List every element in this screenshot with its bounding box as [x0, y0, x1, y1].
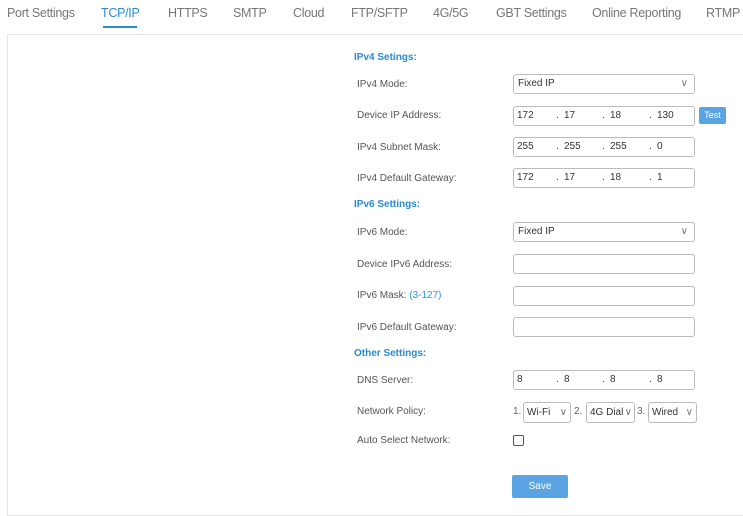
ipv4-mode-value: Fixed IP [518, 78, 555, 89]
ip-octet[interactable]: 8 [610, 374, 616, 385]
ip-octet[interactable]: 8 [657, 374, 663, 385]
device-ip-label: Device IP Address: [357, 110, 442, 121]
policy-number: 3. [637, 406, 646, 417]
ipv6-mode-label: IPv6 Mode: [357, 227, 408, 238]
dns-label: DNS Server: [357, 375, 414, 386]
ip-octet[interactable]: 17 [564, 172, 575, 183]
dot: . [602, 172, 605, 183]
ipv6-mode-value: Fixed IP [518, 226, 555, 237]
tab-port-settings[interactable]: Port Settings [7, 6, 75, 20]
ip-octet[interactable]: 8 [517, 374, 523, 385]
policy-number: 2. [574, 406, 583, 417]
subnet-mask-label: IPv4 Subnet Mask: [357, 142, 441, 153]
tab-https[interactable]: HTTPS [168, 6, 208, 20]
other-heading: Other Settings: [354, 348, 427, 359]
tab-cloud[interactable]: Cloud [293, 6, 324, 20]
dot: . [556, 172, 559, 183]
policy-select-2[interactable]: 4G Dial ∨ [586, 402, 635, 423]
policy-value: 4G Dial [590, 407, 624, 418]
network-policy-label: Network Policy: [357, 406, 426, 417]
ip-octet[interactable]: 255 [610, 141, 627, 152]
tab-tcp-ip[interactable]: TCP/IP [101, 6, 140, 28]
ipv6-mask-input[interactable] [513, 286, 695, 306]
chevron-down-icon: ∨ [624, 407, 632, 418]
ip-octet[interactable]: 0 [657, 141, 663, 152]
tab-rtmp[interactable]: RTMP [706, 6, 740, 20]
ip-octet[interactable]: 172 [517, 110, 534, 121]
dns-input[interactable]: 8. 8. 8. 8 [513, 370, 695, 390]
dot: . [649, 141, 652, 152]
tab-smtp[interactable]: SMTP [233, 6, 267, 20]
ipv6-mode-select[interactable]: Fixed IP ∨ [513, 222, 695, 242]
ipv4-heading: IPv4 Setings: [354, 52, 417, 63]
ipv6-gateway-label: IPv6 Default Gateway: [357, 322, 457, 333]
tab-ftp-sftp[interactable]: FTP/SFTP [351, 6, 408, 20]
test-button[interactable]: Test [699, 107, 726, 124]
ipv4-mode-label: IPv4 Mode: [357, 79, 408, 90]
ip-octet[interactable]: 17 [564, 110, 575, 121]
ipv6-mask-hint: (3-127) [409, 290, 442, 301]
ipv4-mode-select[interactable]: Fixed IP ∨ [513, 74, 695, 94]
ip-octet[interactable]: 255 [564, 141, 581, 152]
ipv6-heading: IPv6 Settings: [354, 199, 421, 210]
ip-octet[interactable]: 18 [610, 110, 621, 121]
ipv6-address-input[interactable] [513, 254, 695, 274]
chevron-down-icon: ∨ [680, 226, 688, 237]
chevron-down-icon: ∨ [559, 407, 567, 418]
ip-octet[interactable]: 255 [517, 141, 534, 152]
dot: . [649, 374, 652, 385]
ip-octet[interactable]: 8 [564, 374, 570, 385]
chevron-down-icon: ∨ [680, 78, 688, 89]
dot: . [602, 110, 605, 121]
dot: . [649, 110, 652, 121]
tab-online-reporting[interactable]: Online Reporting [592, 6, 681, 20]
ipv6-mask-label: IPv6 Mask: (3-127) [357, 290, 442, 301]
ipv6-mask-text: IPv6 Mask: [357, 290, 407, 301]
subnet-mask-input[interactable]: 255. 255. 255. 0 [513, 137, 695, 157]
chevron-down-icon: ∨ [685, 407, 693, 418]
tab-bar: Port Settings TCP/IP HTTPS SMTP Cloud FT… [0, 0, 743, 30]
ipv4-gateway-label: IPv4 Default Gateway: [357, 173, 457, 184]
dot: . [649, 172, 652, 183]
device-ip-input[interactable]: 172. 17. 18. 130 [513, 106, 695, 126]
tab-gbt-settings[interactable]: GBT Settings [496, 6, 567, 20]
policy-select-3[interactable]: Wired ∨ [648, 402, 697, 423]
auto-select-checkbox[interactable] [513, 435, 524, 446]
ip-octet[interactable]: 172 [517, 172, 534, 183]
dot: . [556, 110, 559, 121]
save-button[interactable]: Save [512, 475, 568, 498]
policy-number: 1. [513, 406, 522, 417]
ipv6-address-label: Device IPv6 Address: [357, 259, 453, 270]
ipv6-gateway-input[interactable] [513, 317, 695, 337]
dot: . [556, 374, 559, 385]
policy-select-1[interactable]: Wi-Fi ∨ [523, 402, 571, 423]
dot: . [602, 141, 605, 152]
auto-select-label: Auto Select Network: [357, 435, 451, 446]
ip-octet[interactable]: 130 [657, 110, 674, 121]
ip-octet[interactable]: 18 [610, 172, 621, 183]
dot: . [556, 141, 559, 152]
ip-octet[interactable]: 1 [657, 172, 663, 183]
dot: . [602, 374, 605, 385]
tab-4g-5g[interactable]: 4G/5G [433, 6, 469, 20]
ipv4-gateway-input[interactable]: 172. 17. 18. 1 [513, 168, 695, 188]
policy-value: Wi-Fi [527, 407, 551, 418]
policy-value: Wired [652, 407, 679, 418]
